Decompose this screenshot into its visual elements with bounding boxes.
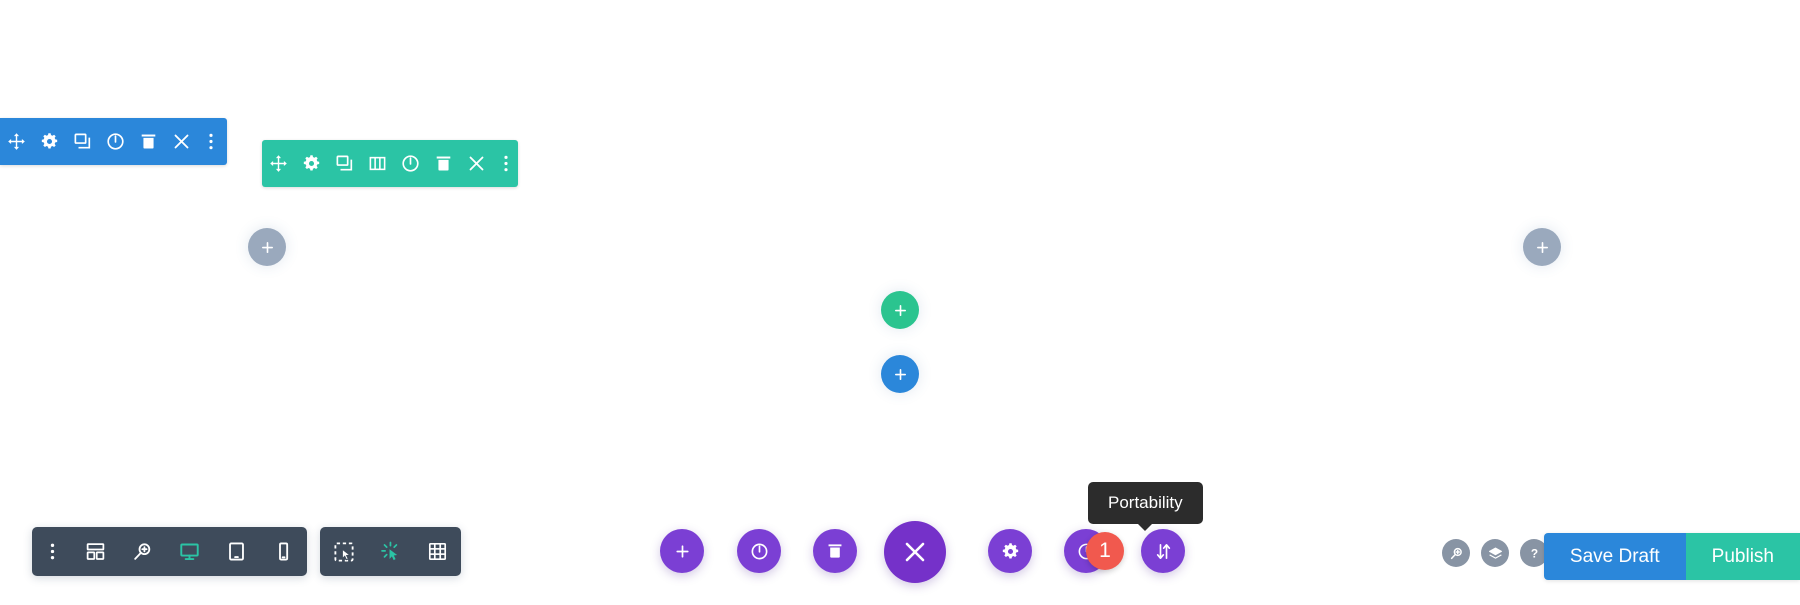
module-move-button[interactable] (0, 120, 33, 164)
clear-layout-button[interactable] (813, 529, 857, 573)
zoom-out-icon (132, 541, 153, 562)
power-icon (750, 542, 769, 561)
move-icon (7, 132, 26, 151)
duplicate-icon (73, 132, 92, 151)
gear-icon (1001, 542, 1020, 561)
gear-icon (40, 132, 59, 151)
add-row-center-button[interactable] (881, 291, 919, 329)
row-settings-button[interactable] (295, 142, 328, 186)
tablet-view-button[interactable] (213, 527, 260, 576)
svg-text:?: ? (1530, 546, 1537, 560)
close-icon (467, 154, 486, 173)
move-icon (269, 154, 288, 173)
multiselect-icon (333, 541, 355, 563)
gear-icon (302, 154, 321, 173)
portability-button[interactable] (1141, 529, 1185, 573)
row-move-button[interactable] (262, 142, 295, 186)
more-dots-icon (50, 542, 55, 561)
wireframe-view-button[interactable] (72, 527, 119, 576)
row-disable-button[interactable] (394, 142, 427, 186)
editing-tools-toolbar (320, 527, 461, 576)
row-close-button[interactable] (460, 142, 493, 186)
columns-icon (368, 154, 387, 173)
close-builder-button[interactable] (884, 521, 946, 583)
add-section-button[interactable] (660, 529, 704, 573)
zoom-view-button[interactable] (119, 527, 166, 576)
module-more-button[interactable] (198, 120, 223, 164)
history-count-badge: 1 (1086, 532, 1124, 570)
click-mode-button[interactable] (367, 527, 414, 576)
row-delete-button[interactable] (427, 142, 460, 186)
add-module-right-button[interactable] (1523, 228, 1561, 266)
page-settings-button[interactable] (988, 529, 1032, 573)
multiselect-button[interactable] (320, 527, 367, 576)
builder-canvas: 1 Portability ? Save Draft Publish (0, 0, 1800, 605)
save-draft-button[interactable]: Save Draft (1543, 533, 1686, 580)
trash-icon (826, 542, 844, 560)
layers-utility-button[interactable] (1481, 539, 1509, 567)
help-icon: ? (1527, 546, 1542, 561)
layers-icon (1488, 546, 1503, 561)
close-icon (902, 539, 928, 565)
zoom-utility-button[interactable] (1442, 539, 1470, 567)
view-mode-toolbar (32, 527, 307, 576)
plus-icon (893, 367, 908, 382)
plus-icon (674, 543, 691, 560)
module-disable-button[interactable] (99, 120, 132, 164)
wireframe-icon (85, 541, 106, 562)
row-settings-toolbar (262, 140, 518, 187)
module-settings-toolbar (0, 118, 227, 165)
close-icon (172, 132, 191, 151)
add-module-left-button[interactable] (248, 228, 286, 266)
row-columns-button[interactable] (361, 142, 394, 186)
trash-icon (139, 132, 158, 151)
power-icon (401, 154, 420, 173)
publish-button[interactable]: Publish (1685, 533, 1800, 580)
view-more-button[interactable] (32, 527, 72, 576)
module-duplicate-button[interactable] (66, 120, 99, 164)
publish-actions: Save Draft Publish (1543, 533, 1800, 580)
plus-icon (260, 240, 275, 255)
desktop-icon (179, 541, 200, 562)
module-close-button[interactable] (165, 120, 198, 164)
module-delete-button[interactable] (132, 120, 165, 164)
trash-icon (434, 154, 453, 173)
more-dots-icon (208, 132, 214, 151)
tablet-icon (226, 541, 247, 562)
grid-mode-button[interactable] (414, 527, 461, 576)
add-module-center-button[interactable] (881, 355, 919, 393)
power-icon (106, 132, 125, 151)
module-settings-button[interactable] (33, 120, 66, 164)
desktop-view-button[interactable] (166, 527, 213, 576)
plus-icon (1535, 240, 1550, 255)
zoom-out-icon (1449, 546, 1464, 561)
click-mode-icon (380, 541, 402, 563)
duplicate-icon (335, 154, 354, 173)
disable-builder-button[interactable] (737, 529, 781, 573)
portability-tooltip: Portability (1088, 482, 1203, 531)
grid-icon (427, 541, 448, 562)
phone-icon (273, 541, 294, 562)
row-duplicate-button[interactable] (328, 142, 361, 186)
more-dots-icon (503, 154, 509, 173)
plus-icon (893, 303, 908, 318)
phone-view-button[interactable] (260, 527, 307, 576)
row-more-button[interactable] (493, 142, 518, 186)
portability-icon (1154, 542, 1173, 561)
